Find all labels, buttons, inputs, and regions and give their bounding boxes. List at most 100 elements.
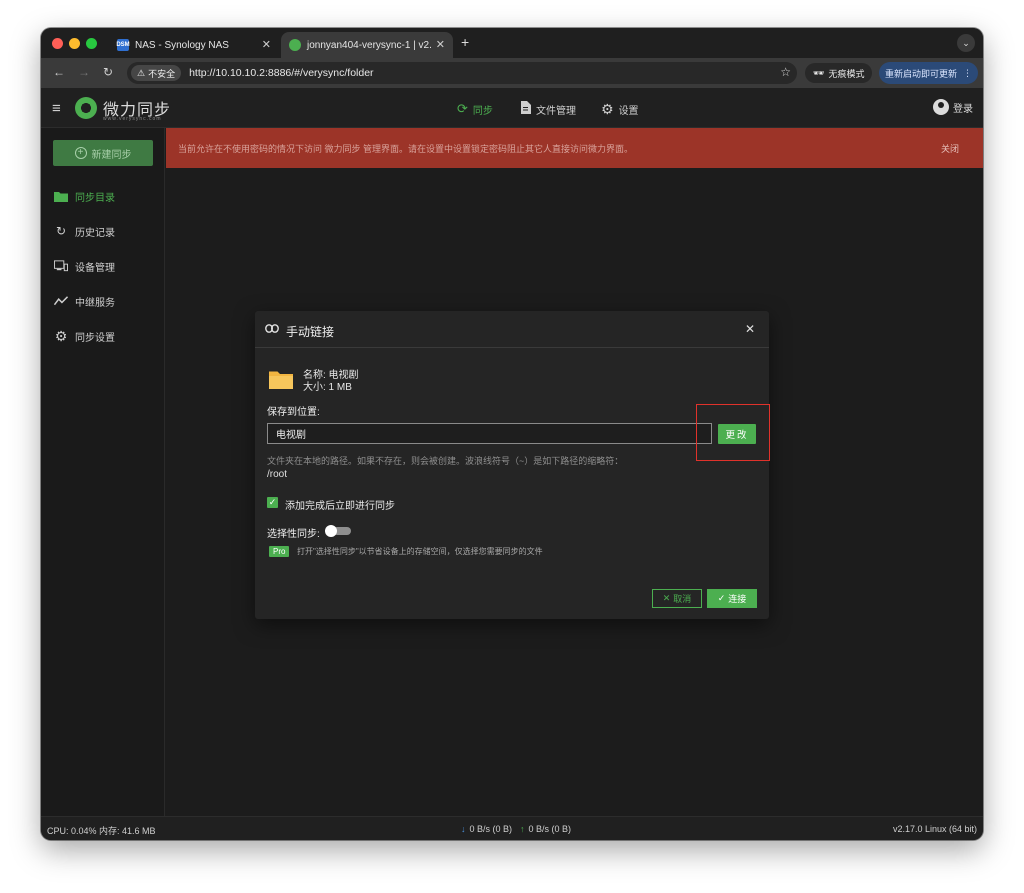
sidebar-item-label: 中继服务 (75, 297, 115, 309)
login-button[interactable]: 登录 (933, 99, 973, 115)
close-icon: ✕ (662, 593, 671, 603)
link-icon (265, 324, 279, 333)
forward-icon[interactable]: → (78, 65, 90, 79)
download-arrow-icon: ↓ (461, 824, 466, 834)
sidebar-item-relay[interactable]: 中继服务 (54, 293, 115, 309)
cpu-memory-status: CPU: 0.04% 内存: 41.6 MB (47, 826, 156, 836)
banner-close-button[interactable]: 关闭 (941, 142, 959, 155)
tab-bar: DSM NAS - Synology NAS ✕ jonnyan404-very… (41, 28, 983, 58)
incognito-label: 无痕模式 (828, 68, 865, 79)
folder-icon (269, 371, 293, 389)
browser-tab-verysync[interactable]: jonnyan404-verysync-1 | v2. ✕ (281, 32, 453, 58)
sync-icon: ⟳ (457, 101, 468, 116)
app-logo[interactable]: 微力同步 www.verysync.com (75, 96, 171, 122)
banner-text: 当前允许在不使用密码的情况下访问 微力同步 管理界面。请在设置中设置锁定密码阻止… (178, 143, 634, 154)
transfer-status: ↓ 0 B/s (0 B) ↑ 0 B/s (0 B) (461, 824, 571, 834)
sidebar-item-label: 历史记录 (75, 227, 115, 239)
not-secure-badge[interactable]: ⚠ 不安全 (131, 65, 182, 81)
upload-rate: 0 B/s (0 B) (528, 824, 572, 834)
pro-badge: Pro (269, 546, 290, 557)
folder-icon (54, 190, 68, 202)
nav-settings[interactable]: ⚙ 设置 (601, 101, 639, 118)
plus-circle-icon: + (74, 147, 87, 159)
nav-file-manager-label: 文件管理 (536, 105, 576, 117)
folder-name: 名称: 电视剧 (303, 370, 359, 381)
bookmark-star-icon[interactable]: ☆ (780, 65, 791, 79)
back-icon[interactable]: ← (53, 65, 65, 79)
sidebar-item-label: 设备管理 (75, 262, 115, 274)
version-info: v2.17.0 Linux (64 bit) (892, 824, 977, 834)
reload-icon[interactable]: ↻ (103, 65, 113, 79)
dialog-title: 手动链接 (286, 325, 335, 339)
upload-arrow-icon: ↑ (520, 824, 525, 834)
gear-icon: ⚙ (601, 101, 614, 117)
maximize-window-icon[interactable] (86, 38, 97, 49)
cancel-button[interactable]: ✕ 取消 (652, 589, 702, 608)
app-header: ≡ 微力同步 www.verysync.com ⟳ 同步 文件管理 ⚙ 设置 登… (41, 88, 983, 128)
sidebar-item-label: 同步设置 (75, 332, 115, 344)
save-path-input[interactable] (267, 423, 712, 444)
tab-close-icon[interactable]: ✕ (262, 38, 271, 51)
security-warning-banner: 当前允许在不使用密码的情况下访问 微力同步 管理界面。请在设置中设置锁定密码阻止… (166, 128, 983, 168)
user-icon (933, 99, 949, 115)
browser-toolbar: ← → ↻ ⚠ 不安全 http://10.10.10.2:8886/#/ver… (41, 58, 983, 88)
incognito-icon: 🕶 (813, 67, 825, 78)
nav-sync-label: 同步 (472, 105, 493, 117)
login-label: 登录 (953, 103, 973, 115)
warning-icon: ⚠ (137, 67, 146, 78)
relaunch-update-button[interactable]: 重新启动即可更新 ⋮ (879, 62, 978, 84)
connect-label: 连接 (728, 594, 747, 604)
verysync-favicon-icon (289, 39, 301, 51)
sync-after-add-label[interactable]: 添加完成后立即进行同步 (285, 497, 395, 512)
download-rate: 0 B/s (0 B) (469, 824, 513, 834)
save-location-label: 保存到位置: (267, 407, 320, 418)
folder-size: 大小: 1 MB (303, 382, 352, 393)
tab-title: NAS - Synology NAS (135, 39, 229, 51)
device-icon (54, 260, 68, 272)
address-bar[interactable]: ⚠ 不安全 http://10.10.10.2:8886/#/verysync/… (127, 62, 797, 84)
sidebar-item-label: 同步目录 (75, 192, 115, 204)
toggle-knob (325, 525, 337, 537)
new-sync-button[interactable]: + 新建同步 (53, 140, 153, 166)
new-tab-icon[interactable]: + (461, 34, 469, 50)
tab-title: jonnyan404-verysync-1 | v2. (307, 39, 432, 51)
connect-button[interactable]: ✓ 连接 (707, 589, 757, 608)
close-window-icon[interactable] (52, 38, 63, 49)
nav-settings-label: 设置 (618, 106, 639, 117)
minimize-window-icon[interactable] (69, 38, 80, 49)
nav-sync[interactable]: ⟳ 同步 (457, 101, 493, 117)
dsm-favicon-icon: DSM (116, 39, 130, 51)
tab-close-icon[interactable]: ✕ (436, 38, 445, 51)
verysync-logo-icon (75, 97, 97, 119)
selective-sync-label: 选择性同步: (267, 529, 320, 540)
chevron-down-icon[interactable]: ⌄ (957, 34, 975, 52)
check-icon: ✓ (717, 593, 726, 603)
relaunch-label: 重新启动即可更新 (884, 68, 957, 79)
sync-after-add-checkbox[interactable]: ✓ (267, 497, 278, 508)
root-path-text: /root (267, 469, 288, 480)
selective-sync-toggle[interactable] (325, 525, 351, 537)
sidebar-item-devices[interactable]: 设备管理 (54, 258, 115, 274)
nav-file-manager[interactable]: 文件管理 (520, 101, 576, 117)
url-text[interactable]: http://10.10.10.2:8886/#/verysync/folder (189, 67, 373, 79)
folder-info: 名称: 电视剧 大小: 1 MB (303, 370, 359, 394)
browser-tab-nas[interactable]: DSM NAS - Synology NAS ✕ (109, 32, 279, 58)
new-sync-label: 新建同步 (91, 149, 132, 161)
annotation-highlight-box (696, 404, 770, 461)
more-menu-icon[interactable]: ⋮ (963, 68, 972, 79)
pro-description: 打开"选择性同步"以节省设备上的存储空间，仅选择您需要同步的文件 (297, 547, 543, 556)
sidebar-item-sync-settings[interactable]: ⚙ 同步设置 (54, 328, 115, 344)
relay-icon (54, 295, 68, 307)
history-icon: ↻ (55, 224, 67, 238)
incognito-badge[interactable]: 🕶 无痕模式 (805, 63, 873, 83)
not-secure-label: 不安全 (148, 68, 176, 79)
manual-link-dialog: 手动链接 ✕ 名称: 电视剧 大小: 1 MB 保存到位置: 更改 文件夹在本地… (255, 311, 770, 619)
sidebar-item-sync-folders[interactable]: 同步目录 (54, 188, 115, 204)
menu-icon[interactable]: ≡ (52, 100, 61, 117)
sidebar: + 新建同步 同步目录 ↻ 历史记录 设备管理 中继服务 ⚙ 同步设置 (41, 128, 165, 816)
sidebar-item-history[interactable]: ↻ 历史记录 (54, 223, 115, 239)
file-icon (520, 101, 531, 117)
logo-subtitle: www.verysync.com (103, 116, 162, 122)
path-hint-text: 文件夹在本地的路径。如果不存在，则会被创建。波浪线符号（~）是如下路径的缩略符： (267, 456, 624, 466)
close-icon[interactable]: ✕ (745, 322, 755, 336)
